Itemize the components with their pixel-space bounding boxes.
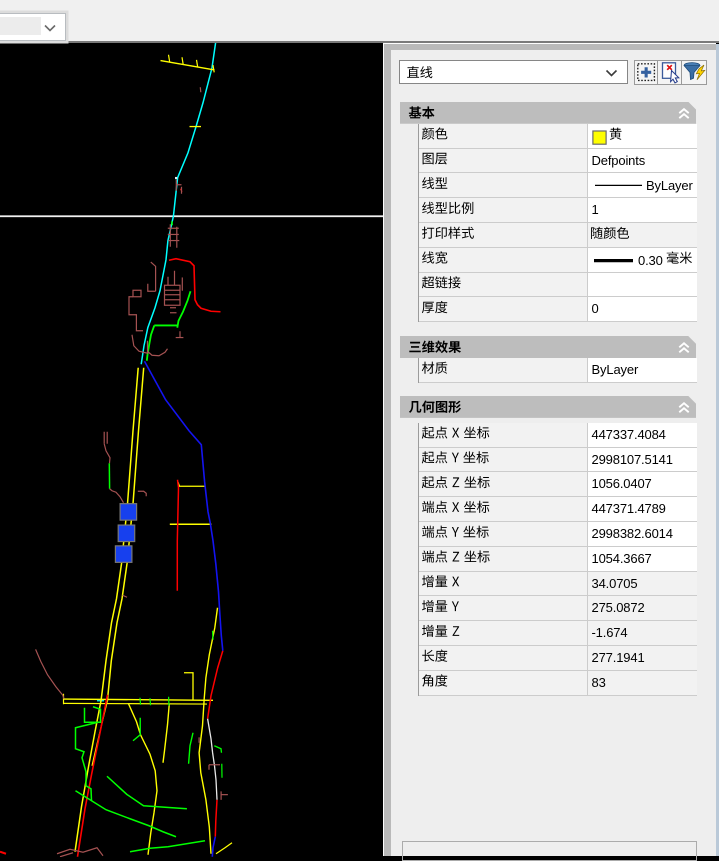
svg-text:ByLayer: ByLayer — [646, 178, 693, 193]
svg-text:0.30: 0.30 — [638, 253, 663, 268]
